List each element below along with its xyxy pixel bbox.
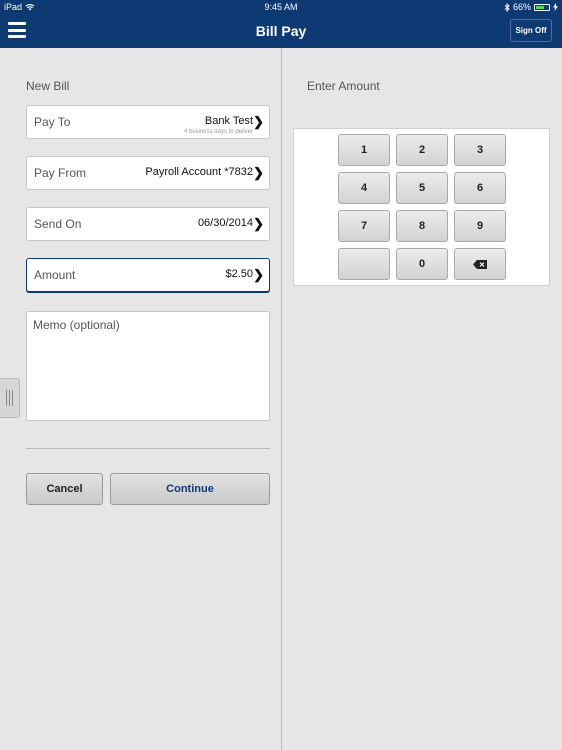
- send-on-field[interactable]: Send On 06/30/2014 ❯: [26, 207, 270, 241]
- status-right: 66%: [504, 2, 558, 12]
- pay-to-value: Bank Test: [204, 115, 253, 127]
- key-5[interactable]: 5: [396, 172, 448, 204]
- memo-input[interactable]: Memo (optional): [26, 311, 270, 421]
- drag-handle[interactable]: [0, 378, 20, 418]
- key-8[interactable]: 8: [396, 210, 448, 242]
- amount-field[interactable]: Amount $2.50 ❯: [26, 258, 270, 292]
- pay-to-label: Pay To: [34, 115, 71, 129]
- key-6[interactable]: 6: [454, 172, 506, 204]
- delivery-note: 4 business days to deliver: [183, 129, 253, 135]
- key-0[interactable]: 0: [396, 248, 448, 280]
- pay-to-field[interactable]: Pay To Bank Test 4 business days to deli…: [26, 105, 270, 139]
- key-blank[interactable]: [338, 248, 390, 280]
- pay-from-label: Pay From: [34, 166, 87, 180]
- sign-off-button[interactable]: Sign Off: [510, 19, 552, 42]
- chevron-right-icon: ❯: [253, 165, 264, 180]
- send-on-value: 06/30/2014: [197, 217, 253, 229]
- pay-from-field[interactable]: Pay From Payroll Account *7832 ❯: [26, 156, 270, 190]
- key-9[interactable]: 9: [454, 210, 506, 242]
- continue-button[interactable]: Continue: [110, 473, 270, 505]
- pay-from-value: Payroll Account *7832: [145, 166, 253, 178]
- cancel-button[interactable]: Cancel: [26, 473, 103, 505]
- new-bill-pane: New Bill Pay To Bank Test 4 business day…: [0, 48, 281, 750]
- divider-line: [26, 448, 270, 449]
- key-4[interactable]: 4: [338, 172, 390, 204]
- chevron-right-icon: ❯: [253, 267, 264, 282]
- keypad: 1 2 3 4 5 6 7 8 9 0: [293, 128, 550, 286]
- send-on-label: Send On: [34, 217, 82, 231]
- hamburger-icon[interactable]: [8, 22, 26, 38]
- backspace-icon: [473, 259, 487, 269]
- backspace-key[interactable]: [454, 248, 506, 280]
- key-3[interactable]: 3: [454, 134, 506, 166]
- amount-label: Amount: [34, 268, 76, 282]
- bluetooth-icon: [504, 2, 510, 12]
- amount-value: $2.50: [225, 268, 253, 280]
- battery-icon: [534, 3, 550, 11]
- key-7[interactable]: 7: [338, 210, 390, 242]
- chevron-right-icon: ❯: [253, 114, 264, 129]
- new-bill-title: New Bill: [26, 79, 70, 93]
- status-time: 9:45 AM: [264, 2, 298, 12]
- key-1[interactable]: 1: [338, 134, 390, 166]
- charging-icon: [553, 3, 558, 11]
- battery-percent: 66%: [512, 2, 531, 12]
- nav-bar: Bill Pay Sign Off: [0, 14, 562, 48]
- enter-amount-pane: Enter Amount 1 2 3 4 5 6 7 8 9 0: [282, 48, 562, 750]
- key-2[interactable]: 2: [396, 134, 448, 166]
- page-title: Bill Pay: [255, 23, 307, 39]
- memo-placeholder: Memo (optional): [33, 318, 120, 332]
- chevron-right-icon: ❯: [253, 216, 264, 231]
- status-bar: iPad 9:45 AM 66%: [0, 0, 562, 14]
- enter-amount-title: Enter Amount: [307, 79, 380, 93]
